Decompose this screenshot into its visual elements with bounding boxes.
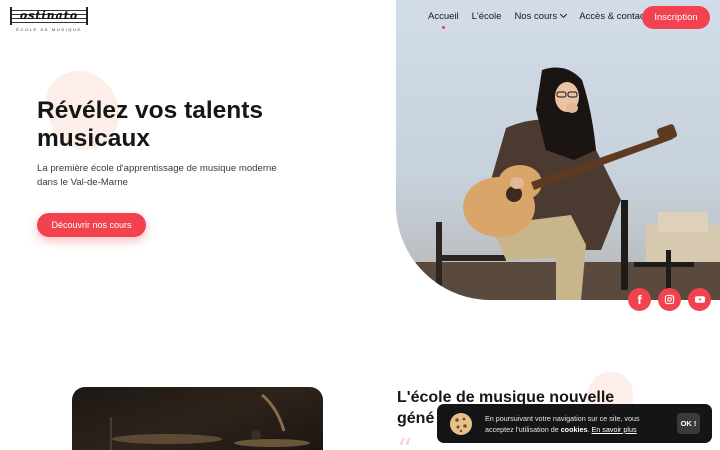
- main-nav: Accueil L'école Nos cours Accès & contac…: [428, 10, 660, 29]
- facebook-icon: [637, 294, 643, 305]
- hero-guitarist-image: [396, 0, 720, 300]
- logo-staff-frame: ostinato: [10, 7, 88, 25]
- learn-more-link[interactable]: En savoir plus: [591, 425, 636, 434]
- facebook-button[interactable]: [628, 288, 651, 311]
- drums-illustration: [110, 393, 310, 450]
- hero-subtitle: La première école d'apprentissage de mus…: [37, 163, 277, 188]
- logo-subtitle: ÉCOLE DE MUSIQUE: [16, 27, 82, 32]
- hero-title: Révélez vos talents musicaux: [37, 97, 263, 153]
- instagram-button[interactable]: [658, 288, 681, 311]
- cookie-banner: En poursuivant votre navigation sur ce s…: [437, 404, 712, 443]
- youtube-button[interactable]: [688, 288, 711, 311]
- instagram-icon: [664, 294, 675, 305]
- cookie-ok-button[interactable]: OK !: [677, 413, 700, 434]
- discover-courses-button[interactable]: Découvrir nos cours: [37, 213, 146, 237]
- nav-item-nos-cours[interactable]: Nos cours: [514, 10, 568, 22]
- cookie-text-bold: cookies: [560, 424, 588, 434]
- inscription-button[interactable]: Inscription: [642, 6, 710, 29]
- youtube-icon: [694, 296, 705, 303]
- cookie-message: En poursuivant votre navigation sur ce s…: [485, 414, 665, 435]
- brand-logo[interactable]: ostinato ÉCOLE DE MUSIQUE: [10, 7, 88, 32]
- drums-photo: [72, 387, 323, 450]
- logo-word: ostinato: [19, 9, 79, 22]
- quote-mark: “: [397, 433, 412, 450]
- nav-item-acces-contact[interactable]: Accès & contact: [579, 11, 647, 22]
- cookie-icon: [450, 413, 472, 435]
- hero-title-line2: musicaux: [37, 125, 151, 152]
- nav-item-nos-cours-label: Nos cours: [514, 11, 558, 22]
- chevron-down-icon: [560, 10, 568, 19]
- guitarist-illustration: [396, 0, 720, 300]
- nav-item-accueil[interactable]: Accueil: [428, 11, 459, 29]
- nav-item-ecole[interactable]: L'école: [472, 11, 502, 22]
- section-title-line2: géné: [397, 410, 435, 427]
- hero-title-line1: Révélez vos talents: [37, 97, 264, 124]
